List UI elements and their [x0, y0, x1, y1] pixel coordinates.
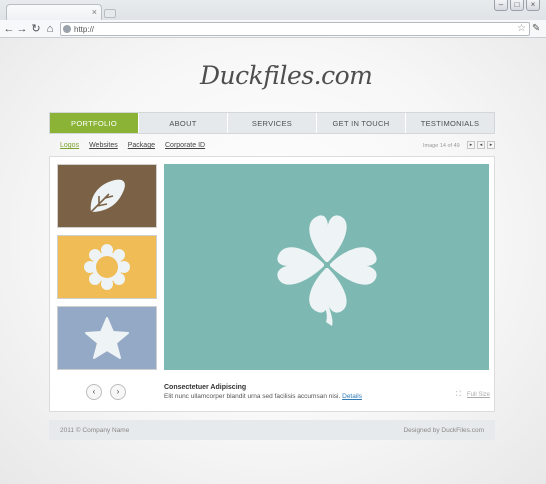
caption-description: Elit nunc ullamcorper blandit urna sed f…: [164, 392, 362, 401]
nav-get-in-touch[interactable]: GET IN TOUCH: [316, 113, 405, 133]
thumbnail-flower[interactable]: [57, 235, 157, 299]
thumbnail-star[interactable]: [57, 306, 157, 370]
site-logo[interactable]: Duckfiles.com: [200, 61, 373, 90]
nav-about[interactable]: ABOUT: [138, 113, 227, 133]
main-image[interactable]: [164, 164, 489, 370]
main-nav: PORTFOLIO ABOUT SERVICES GET IN TOUCH TE…: [49, 112, 495, 134]
next-page-button[interactable]: ▸: [487, 141, 495, 149]
full-size-link[interactable]: Full Size: [467, 391, 490, 400]
address-bar[interactable]: http:// ☆: [60, 22, 530, 36]
new-tab-button[interactable]: [104, 9, 116, 18]
flower-ring-icon: [84, 244, 130, 290]
pager-buttons: ▸ ◂ ▸: [467, 141, 495, 149]
page-icon: [63, 25, 71, 33]
expand-icon[interactable]: ⛶: [456, 390, 461, 399]
prev-page-button[interactable]: ◂: [477, 141, 485, 149]
wrench-menu-icon[interactable]: ✎: [532, 23, 540, 35]
leaf-icon: [90, 179, 125, 213]
window-controls: – □ ×: [492, 0, 540, 11]
bookmark-star-icon[interactable]: ☆: [517, 23, 526, 35]
url-text[interactable]: http://: [74, 24, 94, 35]
caption-title: Consectetuer Adipiscing: [164, 384, 247, 391]
subnav-websites[interactable]: Websites: [89, 141, 118, 151]
clover-icon: [276, 215, 377, 326]
next-image-button[interactable]: ›: [110, 384, 126, 400]
subnav-logos[interactable]: Logos: [60, 141, 79, 151]
home-icon[interactable]: ⌂: [44, 22, 56, 36]
browser-tab[interactable]: ×: [6, 4, 102, 21]
image-counter: Image 14 of 49: [423, 143, 460, 149]
details-link[interactable]: Details: [342, 393, 362, 400]
nav-testimonials[interactable]: TESTIMONIALS: [405, 113, 494, 133]
prev-image-button[interactable]: ‹: [86, 384, 102, 400]
close-window-button[interactable]: ×: [526, 0, 540, 11]
footer-credit[interactable]: Designed by DuckFiles.com: [403, 426, 484, 435]
caption-text: Elit nunc ullamcorper blandit urna sed f…: [164, 393, 341, 400]
browser-titlebar: × – □ ×: [0, 0, 546, 21]
nav-services[interactable]: SERVICES: [227, 113, 316, 133]
site-footer: 2011 © Company Name Designed by DuckFile…: [49, 420, 495, 440]
play-button[interactable]: ▸: [467, 141, 475, 149]
reload-icon[interactable]: ↻: [30, 22, 42, 36]
star-icon: [85, 317, 129, 359]
forward-icon[interactable]: →: [16, 22, 28, 36]
nav-portfolio[interactable]: PORTFOLIO: [50, 113, 138, 133]
browser-toolbar: ← → ↻ ⌂ http:// ☆ ✎: [0, 20, 546, 38]
portfolio-subnav: Logos Websites Package Corporate ID: [60, 141, 205, 151]
subnav-package[interactable]: Package: [128, 141, 155, 151]
gallery-box: ‹ › Consectetuer Adipiscing Elit nunc ul…: [49, 156, 495, 412]
maximize-button[interactable]: □: [510, 0, 524, 11]
tab-close-icon[interactable]: ×: [92, 6, 97, 18]
page-viewport: Duckfiles.com PORTFOLIO ABOUT SERVICES G…: [0, 38, 546, 484]
back-icon[interactable]: ←: [3, 22, 15, 36]
footer-copyright: 2011 © Company Name: [60, 427, 130, 434]
subnav-corporate-id[interactable]: Corporate ID: [165, 141, 205, 151]
minimize-button[interactable]: –: [494, 0, 508, 11]
thumbnail-leaf[interactable]: [57, 164, 157, 228]
